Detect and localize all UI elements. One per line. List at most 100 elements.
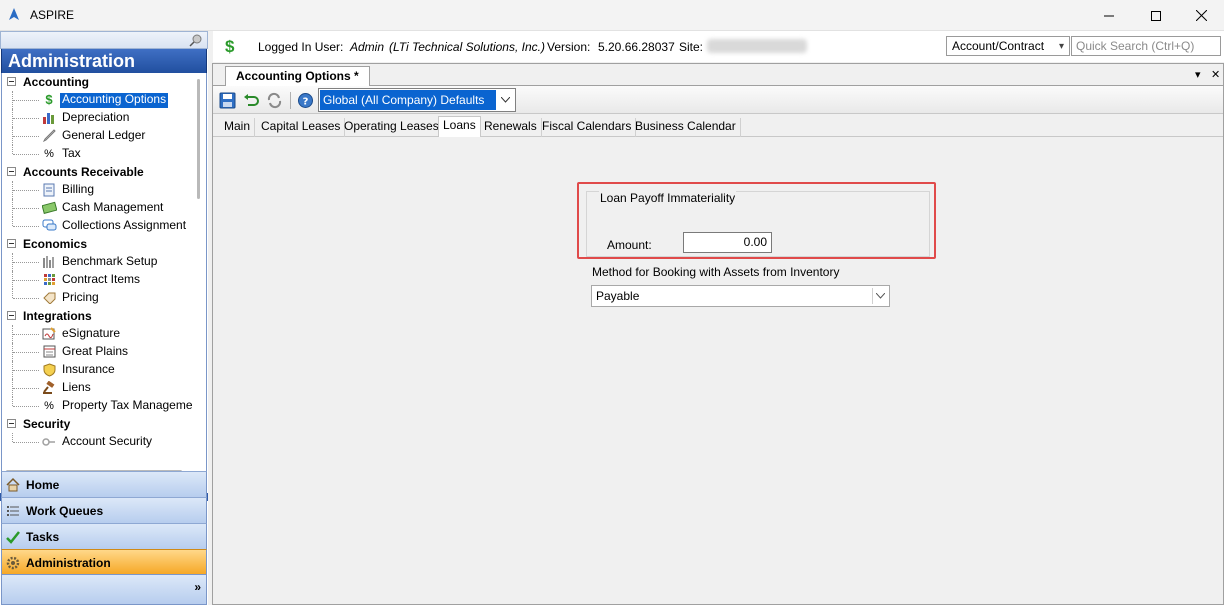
tab-accounting-options[interactable]: Accounting Options * xyxy=(225,66,370,87)
version-label: Version: xyxy=(547,40,591,54)
tree-connector xyxy=(13,388,39,389)
tree-connector xyxy=(12,433,13,442)
subtab-operating-leases[interactable]: Operating Leases xyxy=(340,118,444,137)
minimize-button[interactable] xyxy=(1086,0,1132,31)
document-tab-strip: Accounting Options * ▾ ✕ xyxy=(213,64,1223,87)
tree-item-billing[interactable]: Billing xyxy=(2,181,206,199)
tree-connector xyxy=(13,100,39,101)
tree-item-label: Liens xyxy=(62,380,91,394)
tree-item-insurance[interactable]: Insurance xyxy=(2,361,206,379)
search-scope-value: Account/Contract xyxy=(952,39,1045,53)
subtab-capital-leases[interactable]: Capital Leases xyxy=(257,118,346,137)
undo-icon[interactable] xyxy=(243,92,260,109)
tree-item-collections-assignment[interactable]: Collections Assignment xyxy=(2,217,206,235)
booking-method-select[interactable]: Payable xyxy=(591,285,890,307)
collapse-icon[interactable] xyxy=(7,311,16,320)
bar-chart-icon xyxy=(41,111,57,125)
tree-group-label: Integrations xyxy=(23,309,92,323)
pin-icon[interactable] xyxy=(189,33,203,47)
maximize-button[interactable] xyxy=(1133,0,1179,31)
tag-icon xyxy=(41,291,57,305)
tree-connector xyxy=(13,406,39,407)
nav-footer: » xyxy=(1,574,207,605)
tree-connector xyxy=(13,298,39,299)
tree-item-contract-items[interactable]: Contract Items xyxy=(2,271,206,289)
toolbar-separator xyxy=(290,92,291,109)
tree-item-depreciation[interactable]: Depreciation xyxy=(2,109,206,127)
tree-connector xyxy=(13,154,39,155)
tree-item-pricing[interactable]: Pricing xyxy=(2,289,206,307)
collapse-icon[interactable] xyxy=(7,239,16,248)
help-icon[interactable]: ? xyxy=(297,92,314,109)
tree-item-benchmark-setup[interactable]: Benchmark Setup xyxy=(2,253,206,271)
home-icon xyxy=(5,477,21,493)
subtab-renewals[interactable]: Renewals xyxy=(480,118,542,137)
tree-item-property-tax-manageme[interactable]: % Property Tax Manageme xyxy=(2,397,206,415)
subtab-fiscal-calendars[interactable]: Fiscal Calendars xyxy=(538,118,637,137)
tree-group-security[interactable]: Security xyxy=(2,415,206,433)
minimize-icon xyxy=(1104,15,1114,16)
tree-group-label: Economics xyxy=(23,237,88,251)
benchmark-icon xyxy=(41,255,57,269)
collapse-icon[interactable] xyxy=(7,419,16,428)
tree-item-label: Tax xyxy=(62,146,81,160)
svg-text:?: ? xyxy=(303,97,309,108)
tree-connector xyxy=(13,226,39,227)
nav-label: Tasks xyxy=(26,530,60,544)
company-scope-select[interactable]: Global (All Company) Defaults xyxy=(318,88,516,112)
search-scope-select[interactable]: Account/Contract ▾ xyxy=(946,36,1070,56)
close-button[interactable] xyxy=(1178,0,1224,31)
tree-connector xyxy=(13,208,39,209)
subtab-main[interactable]: Main xyxy=(220,118,256,137)
refresh-icon[interactable] xyxy=(266,92,283,109)
collapse-icon[interactable] xyxy=(7,167,16,176)
nav-administration[interactable]: Administration xyxy=(1,549,207,575)
tab-menu-icon[interactable]: ▾ xyxy=(1195,68,1201,81)
tree-item-label: Cash Management xyxy=(62,200,164,214)
nav-home[interactable]: Home xyxy=(1,471,207,497)
window-title: ASPIRE xyxy=(30,8,75,22)
subtab-loans[interactable]: Loans xyxy=(438,116,481,138)
tree-group-integrations[interactable]: Integrations xyxy=(2,307,206,325)
collapse-icon[interactable] xyxy=(7,77,16,86)
tree-item-liens[interactable]: Liens xyxy=(2,379,206,397)
nav-label: Home xyxy=(26,478,60,492)
dollar-icon: $ xyxy=(225,37,235,56)
tree-connector xyxy=(13,262,39,263)
tree-item-accounting-options[interactable]: $ Accounting Options xyxy=(2,91,206,109)
tree-item-great-plains[interactable]: Great Plains xyxy=(2,343,206,361)
chevron-right-icon[interactable]: » xyxy=(194,580,201,594)
logged-in-user: Admin xyxy=(350,40,385,54)
tree-item-account-security[interactable]: Account Security xyxy=(2,433,206,451)
save-icon[interactable] xyxy=(219,92,236,109)
quick-search-input[interactable]: Quick Search (Ctrl+Q) xyxy=(1071,36,1221,56)
percent-icon: % xyxy=(44,400,54,412)
close-icon xyxy=(1195,10,1207,21)
chat-icon xyxy=(41,219,57,233)
tree-connector xyxy=(13,352,39,353)
tree-item-general-ledger[interactable]: General Ledger xyxy=(2,127,206,145)
shield-icon xyxy=(41,363,57,377)
site-value-redacted xyxy=(707,39,807,53)
tree-item-esignature[interactable]: eSignature xyxy=(2,325,206,343)
tree-group-economics[interactable]: Economics xyxy=(2,235,206,253)
tree-item-label: Pricing xyxy=(62,290,99,304)
subtab-business-calendar[interactable]: Business Calendar xyxy=(631,118,741,137)
tree-item-label: Property Tax Manageme xyxy=(62,398,193,412)
site-label: Site: xyxy=(679,40,704,54)
gear-icon xyxy=(5,555,21,571)
tab-close-icon[interactable]: ✕ xyxy=(1211,68,1220,81)
nav-work-queues[interactable]: Work Queues xyxy=(1,497,207,523)
highlight-annotation xyxy=(577,182,936,259)
dollar-icon: $ xyxy=(45,92,53,107)
tree-connector xyxy=(13,442,39,443)
tree-group-accounts-receivable[interactable]: Accounts Receivable xyxy=(2,163,206,181)
nav-tasks[interactable]: Tasks xyxy=(1,523,207,549)
tree-connector xyxy=(12,145,13,154)
company-name: (LTi Technical Solutions, Inc.) xyxy=(389,40,545,54)
tree-group-label: Accounts Receivable xyxy=(23,165,144,179)
tree-item-tax[interactable]: % Tax xyxy=(2,145,206,163)
tree-item-cash-management[interactable]: Cash Management xyxy=(2,199,206,217)
key-icon xyxy=(41,435,57,449)
tree-group-accounting[interactable]: Accounting xyxy=(2,73,206,91)
